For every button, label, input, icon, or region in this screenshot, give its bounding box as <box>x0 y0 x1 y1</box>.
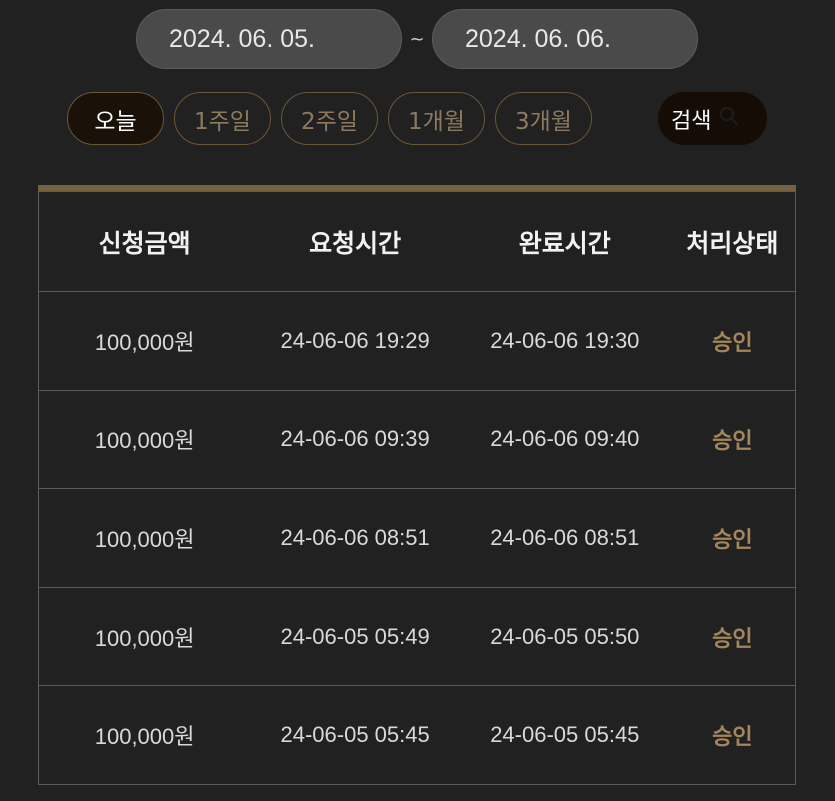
header-status: 처리상태 <box>669 191 796 292</box>
table-row: 100,000원 24-06-05 05:49 24-06-05 05:50 승… <box>38 587 796 687</box>
start-date-input[interactable]: 2024. 06. 05. <box>136 9 402 69</box>
table-row: 100,000원 24-06-06 08:51 24-06-06 08:51 승… <box>38 488 796 588</box>
cell-complete-time: 24-06-06 09:40 <box>459 390 670 490</box>
search-button-label: 검색 <box>671 108 712 134</box>
cell-request-time: 24-06-06 19:29 <box>250 291 460 391</box>
cell-amount: 100,000원 <box>38 685 251 785</box>
history-table: 신청금액 요청시간 완료시간 처리상태 100,000원 24-06-06 19… <box>38 185 796 785</box>
quick-filter-group: 오늘 1주일 2주일 1개월 3개월 <box>67 92 592 145</box>
table-row: 100,000원 24-06-05 05:45 24-06-05 05:45 승… <box>38 685 796 785</box>
cell-amount: 100,000원 <box>38 390 251 490</box>
cell-status: 승인 <box>669 488 796 588</box>
header-complete-time: 완료시간 <box>459 191 670 292</box>
cell-status: 승인 <box>669 587 796 687</box>
cell-complete-time: 24-06-05 05:50 <box>459 587 670 687</box>
search-icon <box>719 106 739 132</box>
cell-complete-time: 24-06-06 19:30 <box>459 291 670 391</box>
date-range-separator: ~ <box>409 28 425 50</box>
search-button[interactable]: 검색 <box>658 92 767 145</box>
filter-1week-button[interactable]: 1주일 <box>174 92 271 145</box>
table-row: 100,000원 24-06-06 09:39 24-06-06 09:40 승… <box>38 390 796 490</box>
cell-request-time: 24-06-06 09:39 <box>250 390 460 490</box>
cell-status: 승인 <box>669 291 796 391</box>
header-amount: 신청금액 <box>38 191 251 292</box>
table-header-row: 신청금액 요청시간 완료시간 처리상태 <box>38 191 796 292</box>
cell-complete-time: 24-06-05 05:45 <box>459 685 670 785</box>
cell-status: 승인 <box>669 685 796 785</box>
end-date-input[interactable]: 2024. 06. 06. <box>432 9 698 69</box>
table-row: 100,000원 24-06-06 19:29 24-06-06 19:30 승… <box>38 291 796 391</box>
cell-complete-time: 24-06-06 08:51 <box>459 488 670 588</box>
filter-1month-button[interactable]: 1개월 <box>388 92 485 145</box>
date-range: 2024. 06. 05. ~ 2024. 06. 06. <box>136 9 698 69</box>
cell-amount: 100,000원 <box>38 488 251 588</box>
filter-today-button[interactable]: 오늘 <box>67 92 164 145</box>
cell-amount: 100,000원 <box>38 291 251 391</box>
cell-amount: 100,000원 <box>38 587 251 687</box>
cell-request-time: 24-06-05 05:45 <box>250 685 460 785</box>
cell-request-time: 24-06-05 05:49 <box>250 587 460 687</box>
cell-request-time: 24-06-06 08:51 <box>250 488 460 588</box>
filter-3month-button[interactable]: 3개월 <box>495 92 592 145</box>
cell-status: 승인 <box>669 390 796 490</box>
filter-2week-button[interactable]: 2주일 <box>281 92 378 145</box>
header-request-time: 요청시간 <box>250 191 460 292</box>
